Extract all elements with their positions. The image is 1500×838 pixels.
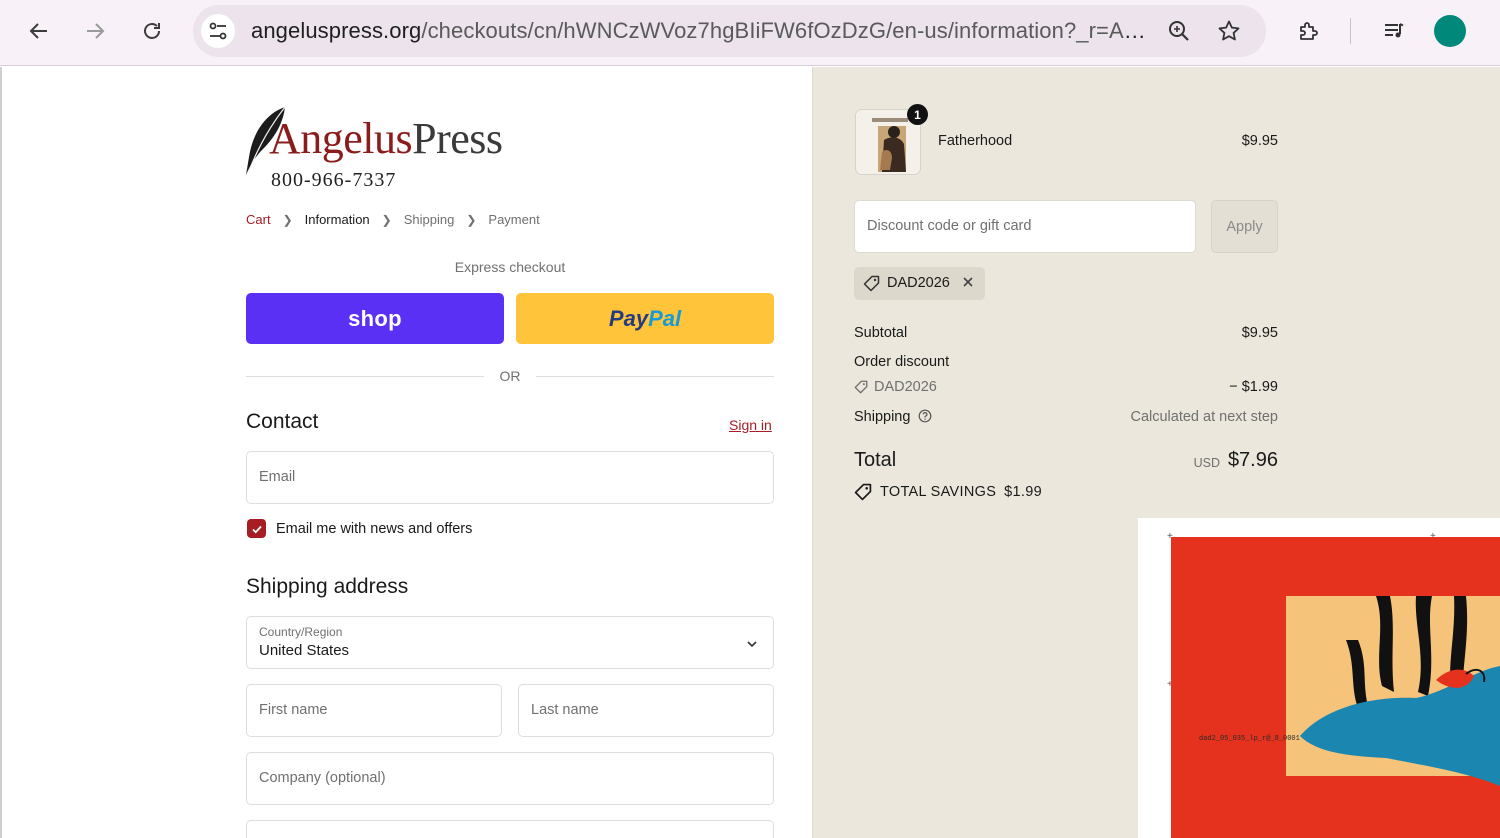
chevron-right-icon: ❯ [381, 212, 392, 227]
tag-icon [854, 380, 868, 394]
paypal-label-a: Pay [608, 305, 649, 331]
back-button[interactable] [22, 14, 56, 48]
or-text: OR [499, 368, 521, 384]
store-logo[interactable]: AngelusPress 800-966-7337 [245, 105, 535, 195]
discount-input[interactable]: Discount code or gift card [854, 200, 1196, 253]
shop-pay-button[interactable]: shop [246, 293, 504, 344]
product-name: Fatherhood [938, 133, 1013, 149]
first-name-field[interactable]: First name [246, 684, 502, 737]
forward-button[interactable] [78, 14, 112, 48]
company-placeholder: Company (optional) [259, 770, 386, 786]
tune-icon [209, 22, 227, 40]
total-value: $7.96 [1227, 449, 1278, 471]
contact-heading: Contact [246, 410, 319, 433]
discount-placeholder: Discount code or gift card [867, 218, 1032, 234]
country-value: United States [259, 642, 350, 659]
apply-button[interactable]: Apply [1211, 200, 1278, 253]
last-name-placeholder: Last name [531, 702, 599, 718]
chevron-right-icon: ❯ [466, 212, 477, 227]
address-bar[interactable]: angeluspress.org/checkouts/cn/hWNCzWVoz7… [193, 5, 1266, 57]
reload-button[interactable] [135, 14, 169, 48]
toolbar-divider [1350, 18, 1351, 44]
bookmark-star-icon[interactable] [1216, 18, 1242, 44]
first-name-placeholder: First name [259, 702, 328, 718]
total-savings-label: TOTAL SAVINGS [880, 484, 997, 500]
company-field[interactable]: Company (optional) [246, 752, 774, 805]
product-price: $9.95 [1241, 133, 1278, 149]
tag-icon [863, 275, 880, 292]
remove-discount-icon[interactable] [961, 275, 975, 289]
artwork-hand-illustration [1300, 596, 1500, 786]
help-circle-icon[interactable] [918, 409, 932, 423]
profile-avatar[interactable] [1434, 15, 1466, 47]
breadcrumb-information: Information [304, 212, 370, 227]
newsletter-label: Email me with news and offers [276, 521, 473, 537]
url-domain: angeluspress.org [251, 18, 422, 43]
order-discount-label: Order discount [854, 354, 950, 370]
forward-arrow-icon [87, 23, 105, 39]
last-name-field[interactable]: Last name [518, 684, 774, 737]
subtotal-value: $9.95 [1241, 325, 1278, 341]
shipping-row-label: Shipping [854, 409, 932, 425]
sign-in-link[interactable]: Sign in [729, 417, 772, 433]
url-text: angeluspress.org/checkouts/cn/hWNCzWVoz7… [251, 18, 1151, 44]
artwork-overlay-image: + + + + dad2_05_035_lp_r@_8_0001 [1138, 518, 1500, 838]
store-name-part-b: Press [412, 114, 503, 163]
quantity-badge: 1 [907, 104, 928, 125]
extensions-button[interactable] [1292, 14, 1326, 48]
chevron-right-icon: ❯ [282, 212, 293, 227]
order-discount-value: − $1.99 [1229, 379, 1278, 395]
order-discount-code-row: DAD2026 [854, 379, 937, 395]
applied-discount-chip: DAD2026 [854, 267, 985, 300]
store-phone: 800-966-7337 [271, 169, 397, 191]
email-field[interactable]: Email [246, 451, 774, 504]
order-discount-code: DAD2026 [874, 379, 937, 395]
subtotal-label: Subtotal [854, 325, 908, 341]
playlist-icon [1385, 23, 1404, 38]
or-divider: OR [246, 367, 774, 387]
checkmark-icon [251, 525, 262, 533]
back-arrow-icon [29, 23, 47, 39]
artwork-file-label: dad2_05_035_lp_r@_8_0001 [1199, 735, 1300, 743]
address-field[interactable] [246, 820, 774, 838]
email-placeholder: Email [259, 469, 296, 485]
reload-icon [144, 23, 160, 39]
breadcrumb-payment: Payment [488, 212, 540, 227]
store-name-part-a: Angelus [269, 114, 413, 163]
shipping-value: Calculated at next step [1130, 409, 1278, 425]
newsletter-checkbox[interactable] [247, 519, 266, 538]
media-control-button[interactable] [1377, 14, 1411, 48]
total-label: Total [854, 449, 897, 471]
puzzle-icon [1300, 22, 1318, 40]
zoom-icon[interactable] [1166, 18, 1192, 44]
tag-icon [854, 483, 872, 501]
browser-toolbar: angeluspress.org/checkouts/cn/hWNCzWVoz7… [0, 0, 1500, 66]
chevron-down-icon [747, 641, 757, 648]
site-info-button[interactable] [201, 14, 235, 48]
breadcrumb-shipping: Shipping [403, 212, 455, 227]
shop-pay-label: shop [348, 305, 402, 331]
url-path: /checkouts/cn/hWNCzWVoz7hgBIiFW6fOzDzG/e… [421, 18, 1151, 43]
apply-label: Apply [1226, 218, 1263, 235]
applied-discount-code: DAD2026 [887, 275, 950, 291]
shipping-label: Shipping [854, 409, 911, 425]
paypal-button[interactable]: Pay Pal [516, 293, 774, 344]
checkout-main: AngelusPress 800-966-7337 Cart ❯ Informa… [0, 67, 812, 838]
total-currency: USD [1193, 456, 1220, 470]
country-label: Country/Region [259, 625, 343, 639]
total-savings-value: $1.99 [1004, 484, 1042, 500]
total-savings: TOTAL SAVINGS $1.99 [854, 483, 1042, 501]
breadcrumb: Cart ❯ Information ❯ Shipping ❯ Payment [246, 212, 540, 227]
shipping-address-heading: Shipping address [246, 575, 409, 598]
breadcrumb-cart[interactable]: Cart [246, 212, 271, 227]
store-name: AngelusPress [269, 113, 503, 164]
country-select[interactable]: Country/Region United States [246, 616, 774, 669]
express-checkout-label: Express checkout [454, 259, 566, 275]
paypal-label-b: Pal [648, 305, 682, 331]
